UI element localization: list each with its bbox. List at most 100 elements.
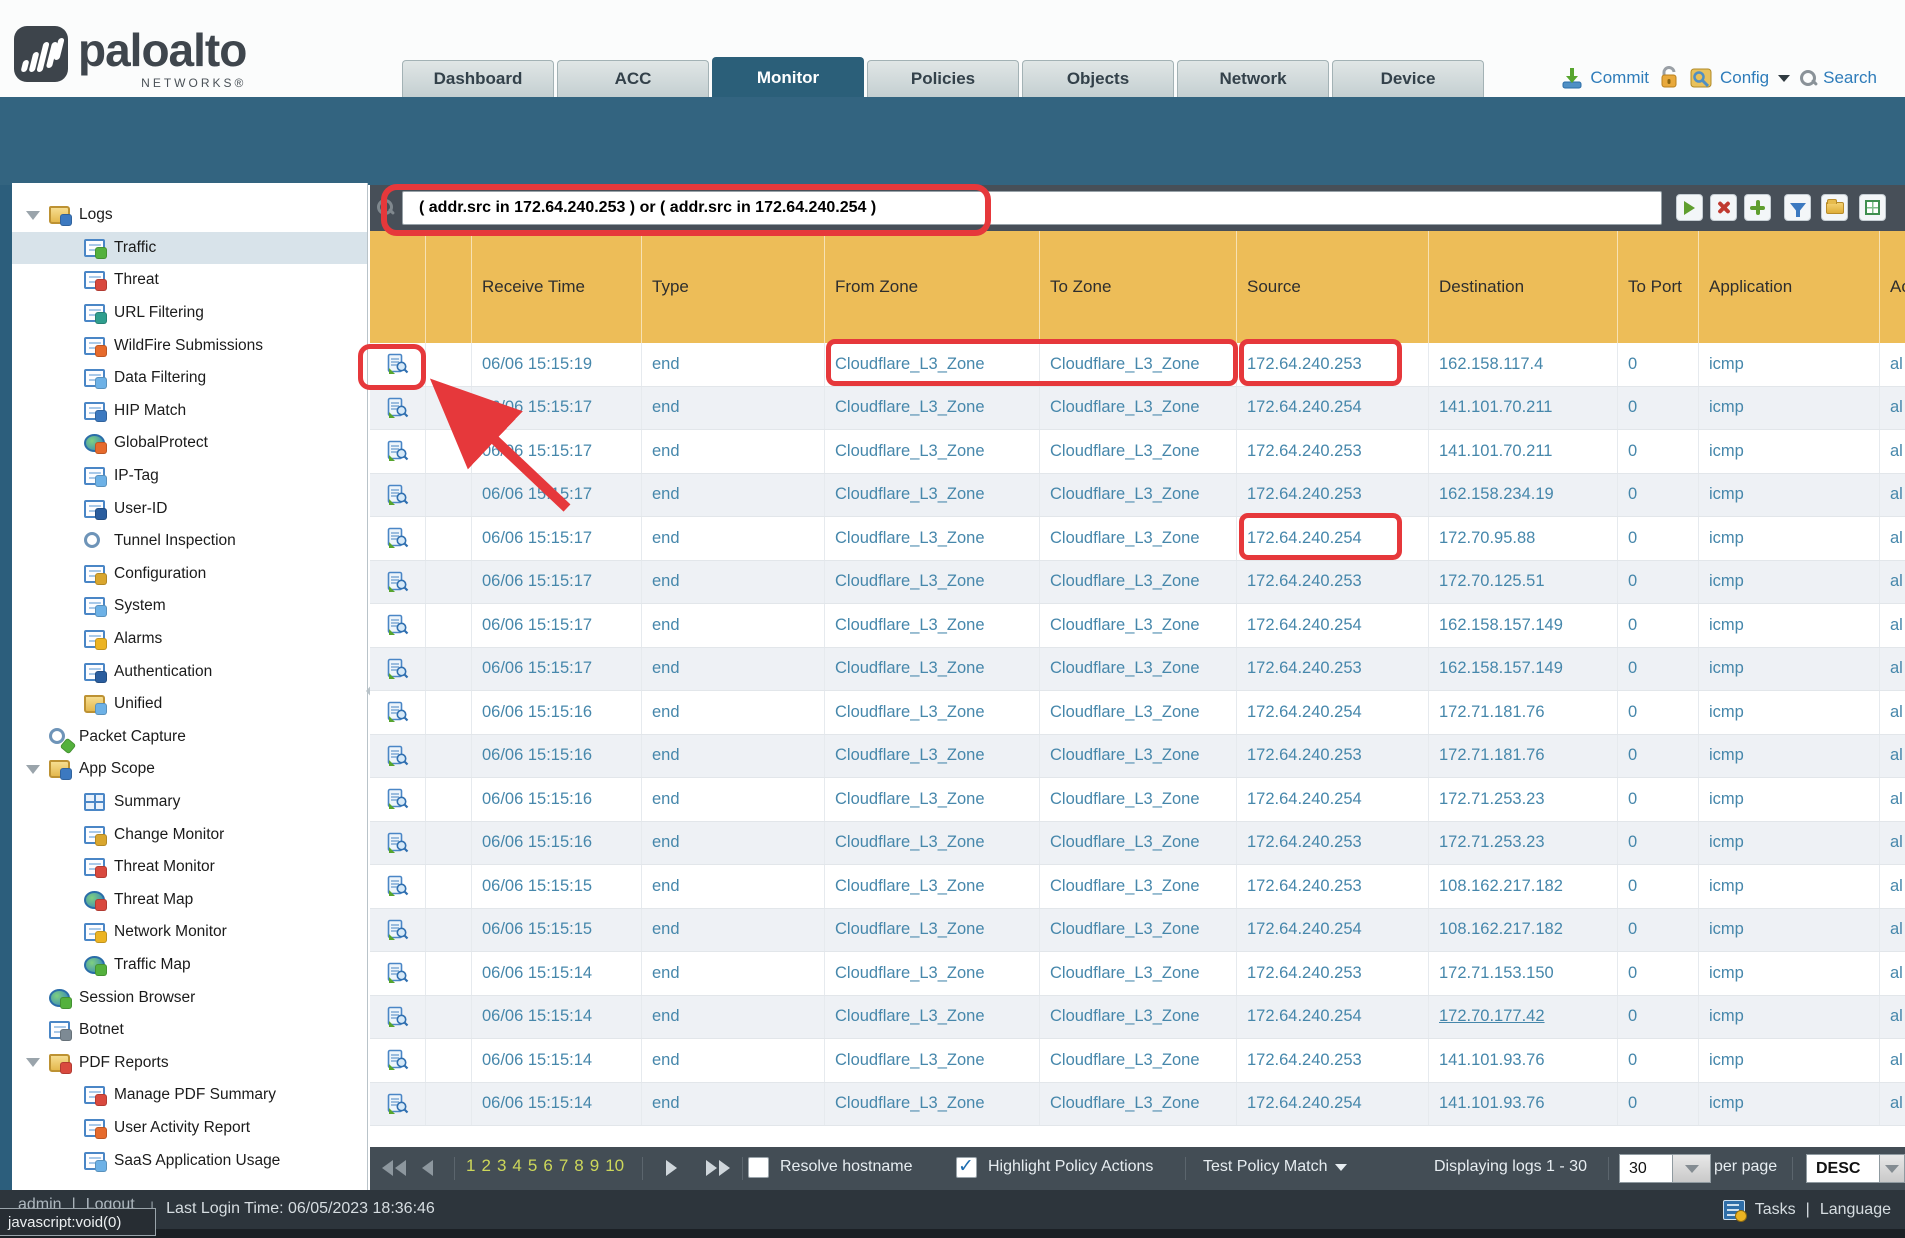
sidebar-item[interactable]: Tunnel Inspection — [12, 525, 367, 558]
to-zone-cell[interactable]: Cloudflare_L3_Zone — [1040, 474, 1237, 517]
log-detail-button[interactable] — [387, 440, 409, 462]
to-zone-cell[interactable]: Cloudflare_L3_Zone — [1040, 430, 1237, 473]
to-zone-cell[interactable]: Cloudflare_L3_Zone — [1040, 517, 1237, 560]
from-zone-cell[interactable]: Cloudflare_L3_Zone — [825, 1039, 1040, 1082]
from-zone-cell[interactable]: Cloudflare_L3_Zone — [825, 996, 1040, 1039]
sidebar-item[interactable]: WildFire Submissions — [12, 329, 367, 362]
application-cell[interactable]: icmp — [1699, 604, 1880, 647]
from-zone-cell[interactable]: Cloudflare_L3_Zone — [825, 691, 1040, 734]
destination-cell[interactable]: 162.158.157.149 — [1429, 648, 1618, 691]
to-zone-cell[interactable]: Cloudflare_L3_Zone — [1040, 1083, 1237, 1126]
first-page-button[interactable] — [382, 1160, 406, 1176]
column-header[interactable]: Destination — [1429, 231, 1618, 343]
destination-cell[interactable]: 172.70.95.88 — [1429, 517, 1618, 560]
apply-filter-button[interactable] — [1676, 194, 1703, 221]
to-zone-cell[interactable]: Cloudflare_L3_Zone — [1040, 909, 1237, 952]
application-cell[interactable]: icmp — [1699, 822, 1880, 865]
nav-tab[interactable]: ACC — [557, 60, 709, 97]
resolve-hostname-checkbox[interactable] — [748, 1157, 769, 1178]
log-detail-button[interactable] — [387, 701, 409, 723]
from-zone-cell[interactable]: Cloudflare_L3_Zone — [825, 952, 1040, 995]
column-header[interactable]: Receive Time — [472, 231, 642, 343]
application-cell[interactable]: icmp — [1699, 691, 1880, 734]
application-cell[interactable]: icmp — [1699, 952, 1880, 995]
to-zone-cell[interactable]: Cloudflare_L3_Zone — [1040, 1039, 1237, 1082]
sidebar-item[interactable]: URL Filtering — [12, 297, 367, 330]
sidebar-item[interactable]: Threat Monitor — [12, 851, 367, 884]
sidebar-item[interactable]: Threat — [12, 264, 367, 297]
from-zone-cell[interactable]: Cloudflare_L3_Zone — [825, 517, 1040, 560]
sidebar-item[interactable]: User Activity Report — [12, 1112, 367, 1145]
destination-cell[interactable]: 141.101.70.211 — [1429, 430, 1618, 473]
column-header[interactable] — [370, 231, 426, 343]
column-header[interactable]: Type — [642, 231, 825, 343]
application-cell[interactable]: icmp — [1699, 865, 1880, 908]
nav-tab[interactable]: Policies — [867, 60, 1019, 97]
commit-button[interactable]: Commit — [1560, 66, 1649, 90]
page-number[interactable]: 6 — [543, 1156, 552, 1176]
sort-order-dropdown[interactable]: DESC — [1806, 1154, 1905, 1183]
page-number[interactable]: 2 — [481, 1156, 490, 1176]
log-detail-button[interactable] — [387, 527, 409, 549]
sidebar-item[interactable]: Unified — [12, 688, 367, 721]
destination-cell[interactable]: 162.158.234.19 — [1429, 474, 1618, 517]
log-filter-input[interactable]: ( addr.src in 172.64.240.253 ) or ( addr… — [402, 191, 1662, 225]
highlight-policy-checkbox[interactable] — [956, 1157, 977, 1178]
last-page-button[interactable] — [706, 1160, 730, 1176]
application-cell[interactable]: icmp — [1699, 387, 1880, 430]
source-cell[interactable]: 172.64.240.254 — [1237, 996, 1429, 1039]
destination-cell[interactable]: 172.71.253.23 — [1429, 822, 1618, 865]
sidebar-item[interactable]: App Scope — [12, 753, 367, 786]
log-detail-button[interactable] — [387, 1093, 409, 1115]
application-cell[interactable]: icmp — [1699, 1083, 1880, 1126]
sidebar-item[interactable]: Traffic — [12, 232, 367, 265]
prev-page-button[interactable] — [422, 1160, 433, 1176]
from-zone-cell[interactable]: Cloudflare_L3_Zone — [825, 909, 1040, 952]
from-zone-cell[interactable]: Cloudflare_L3_Zone — [825, 474, 1040, 517]
to-zone-cell[interactable]: Cloudflare_L3_Zone — [1040, 343, 1237, 386]
nav-tab[interactable]: Monitor — [712, 57, 864, 97]
from-zone-cell[interactable]: Cloudflare_L3_Zone — [825, 343, 1040, 386]
sidebar-item[interactable]: Authentication — [12, 655, 367, 688]
log-detail-button[interactable] — [387, 832, 409, 854]
destination-cell[interactable]: 172.71.153.150 — [1429, 952, 1618, 995]
add-filter-button[interactable] — [1744, 194, 1771, 221]
sidebar-item[interactable]: Botnet — [12, 1014, 367, 1047]
log-detail-button[interactable] — [387, 658, 409, 680]
page-number[interactable]: 3 — [497, 1156, 506, 1176]
nav-tab[interactable]: Network — [1177, 60, 1329, 97]
source-cell[interactable]: 172.64.240.253 — [1237, 648, 1429, 691]
test-policy-match-button[interactable]: Test Policy Match — [1203, 1158, 1347, 1176]
next-page-button[interactable] — [666, 1160, 677, 1176]
sidebar-item[interactable]: Session Browser — [12, 981, 367, 1014]
from-zone-cell[interactable]: Cloudflare_L3_Zone — [825, 822, 1040, 865]
source-cell[interactable]: 172.64.240.253 — [1237, 343, 1429, 386]
source-cell[interactable]: 172.64.240.253 — [1237, 952, 1429, 995]
page-number[interactable]: 10 — [605, 1156, 624, 1176]
destination-cell[interactable]: 141.101.93.76 — [1429, 1083, 1618, 1126]
sidebar-item[interactable]: Threat Map — [12, 883, 367, 916]
application-cell[interactable]: icmp — [1699, 517, 1880, 560]
per-page-caret[interactable] — [1673, 1154, 1711, 1183]
destination-cell[interactable]: 162.158.157.149 — [1429, 604, 1618, 647]
per-page-dropdown[interactable]: 30 — [1619, 1154, 1711, 1183]
sidebar-item[interactable]: Logs — [12, 199, 367, 232]
page-number[interactable]: 8 — [574, 1156, 583, 1176]
from-zone-cell[interactable]: Cloudflare_L3_Zone — [825, 430, 1040, 473]
page-number[interactable]: 1 — [466, 1156, 475, 1176]
from-zone-cell[interactable]: Cloudflare_L3_Zone — [825, 387, 1040, 430]
sidebar-item[interactable]: HIP Match — [12, 395, 367, 428]
log-detail-button[interactable] — [387, 484, 409, 506]
to-zone-cell[interactable]: Cloudflare_L3_Zone — [1040, 561, 1237, 604]
from-zone-cell[interactable]: Cloudflare_L3_Zone — [825, 865, 1040, 908]
destination-cell[interactable]: 172.70.125.51 — [1429, 561, 1618, 604]
log-detail-button[interactable] — [387, 745, 409, 767]
source-cell[interactable]: 172.64.240.253 — [1237, 561, 1429, 604]
search-button[interactable]: Search — [1799, 68, 1877, 88]
sidebar-item[interactable]: Traffic Map — [12, 949, 367, 982]
page-number[interactable]: 7 — [559, 1156, 568, 1176]
sidebar-item[interactable]: Summary — [12, 786, 367, 819]
log-detail-button[interactable] — [387, 571, 409, 593]
application-cell[interactable]: icmp — [1699, 1039, 1880, 1082]
application-cell[interactable]: icmp — [1699, 996, 1880, 1039]
